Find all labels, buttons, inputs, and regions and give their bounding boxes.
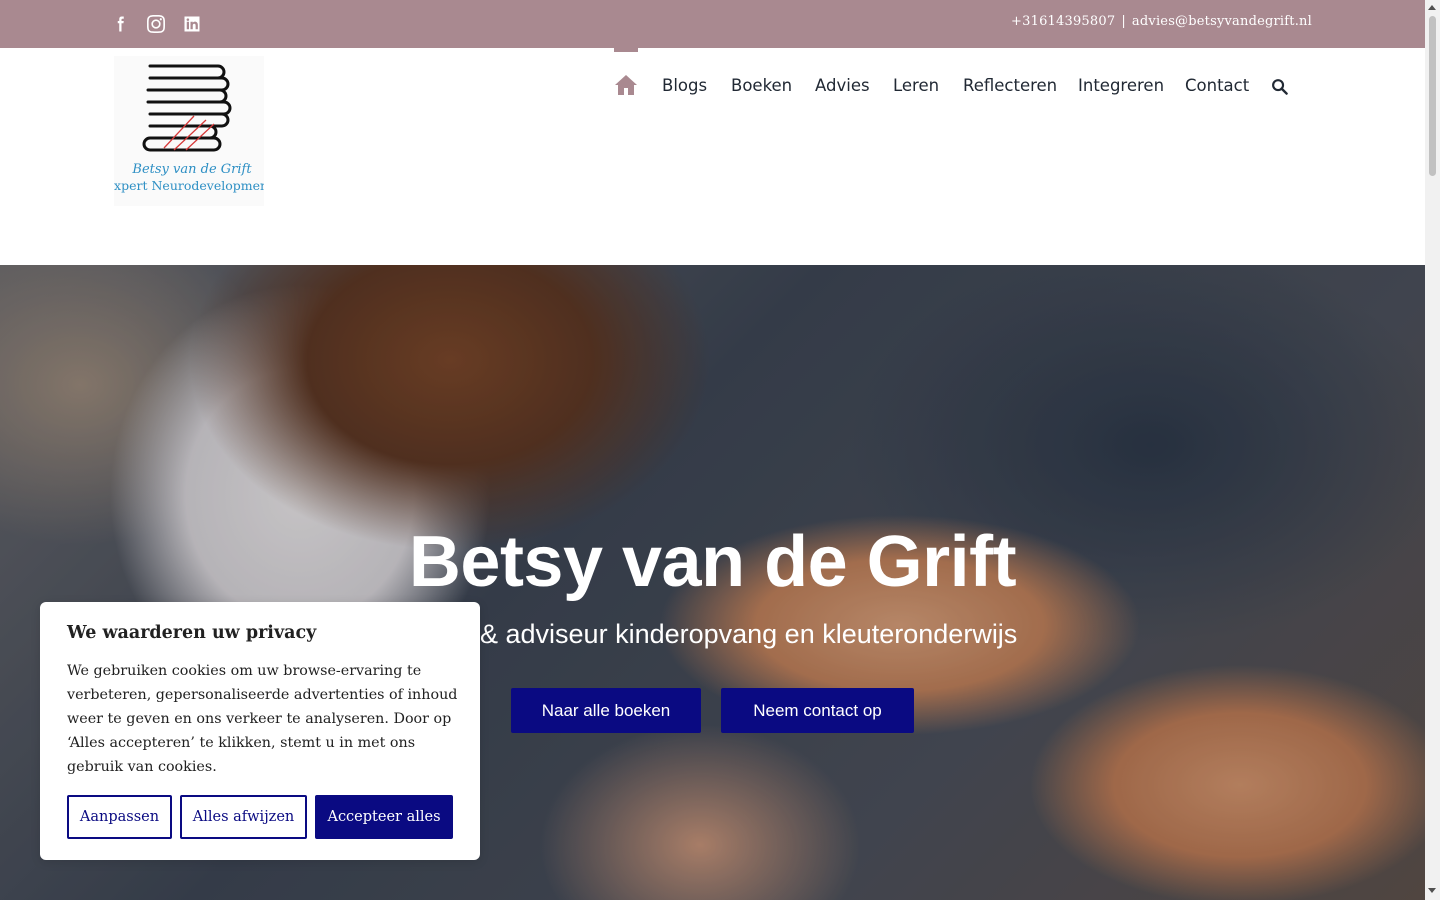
page-scrollbar[interactable] bbox=[1425, 0, 1440, 900]
scroll-down-arrow[interactable] bbox=[1428, 888, 1436, 893]
nav-item-contact[interactable]: Contact bbox=[1185, 76, 1249, 95]
search-icon[interactable] bbox=[1271, 78, 1289, 96]
nav-item-leren[interactable]: Leren bbox=[893, 76, 939, 95]
cookie-text: We gebruiken cookies om uw browse-ervari… bbox=[67, 663, 458, 775]
phone-link[interactable]: +31614395807 bbox=[1011, 14, 1115, 29]
scroll-up-arrow[interactable] bbox=[1428, 5, 1436, 10]
cookie-title: We waarderen uw privacy bbox=[67, 623, 317, 643]
facebook-icon[interactable] bbox=[108, 0, 132, 48]
nav-item-integreren[interactable]: Integreren bbox=[1078, 76, 1164, 95]
cookie-consent-banner: We waarderen uw privacy We gebruiken coo… bbox=[40, 602, 480, 860]
main-nav: Blogs Boeken Advies Leren Reflecteren In… bbox=[0, 48, 1425, 124]
nav-item-advies[interactable]: Advies bbox=[815, 76, 870, 95]
contact-separator: | bbox=[1121, 14, 1126, 29]
contact-button[interactable]: Neem contact op bbox=[721, 688, 914, 733]
nav-item-boeken[interactable]: Boeken bbox=[731, 76, 792, 95]
accept-all-button[interactable]: Accepteer alles bbox=[315, 795, 453, 839]
all-books-button[interactable]: Naar alle boeken bbox=[511, 688, 701, 733]
home-icon bbox=[615, 75, 637, 95]
scroll-thumb[interactable] bbox=[1429, 16, 1436, 176]
logo-tagline: Expert Neurodevelopment bbox=[114, 178, 264, 193]
nav-item-reflecteren[interactable]: Reflecteren bbox=[963, 76, 1057, 95]
nav-item-blogs[interactable]: Blogs bbox=[662, 76, 707, 95]
nav-home[interactable] bbox=[614, 48, 638, 98]
logo-name: Betsy van de Grift bbox=[131, 162, 252, 177]
instagram-icon[interactable] bbox=[144, 0, 168, 48]
active-indicator bbox=[614, 48, 638, 52]
contact-info: +31614395807 | advies@betsyvandegrift.nl bbox=[1011, 14, 1312, 29]
linkedin-icon[interactable] bbox=[180, 0, 204, 48]
hero-subtitle: & adviseur kinderopvang en kleuteronderw… bbox=[480, 619, 1018, 649]
email-link[interactable]: advies@betsyvandegrift.nl bbox=[1132, 14, 1312, 29]
top-bar: +31614395807 | advies@betsyvandegrift.nl bbox=[0, 0, 1425, 48]
reject-all-button[interactable]: Alles afwijzen bbox=[180, 795, 307, 839]
customize-button[interactable]: Aanpassen bbox=[67, 795, 172, 839]
hero-title: Betsy van de Grift bbox=[408, 522, 1017, 602]
site-header: Betsy van de Grift Expert Neurodevelopme… bbox=[0, 48, 1425, 265]
